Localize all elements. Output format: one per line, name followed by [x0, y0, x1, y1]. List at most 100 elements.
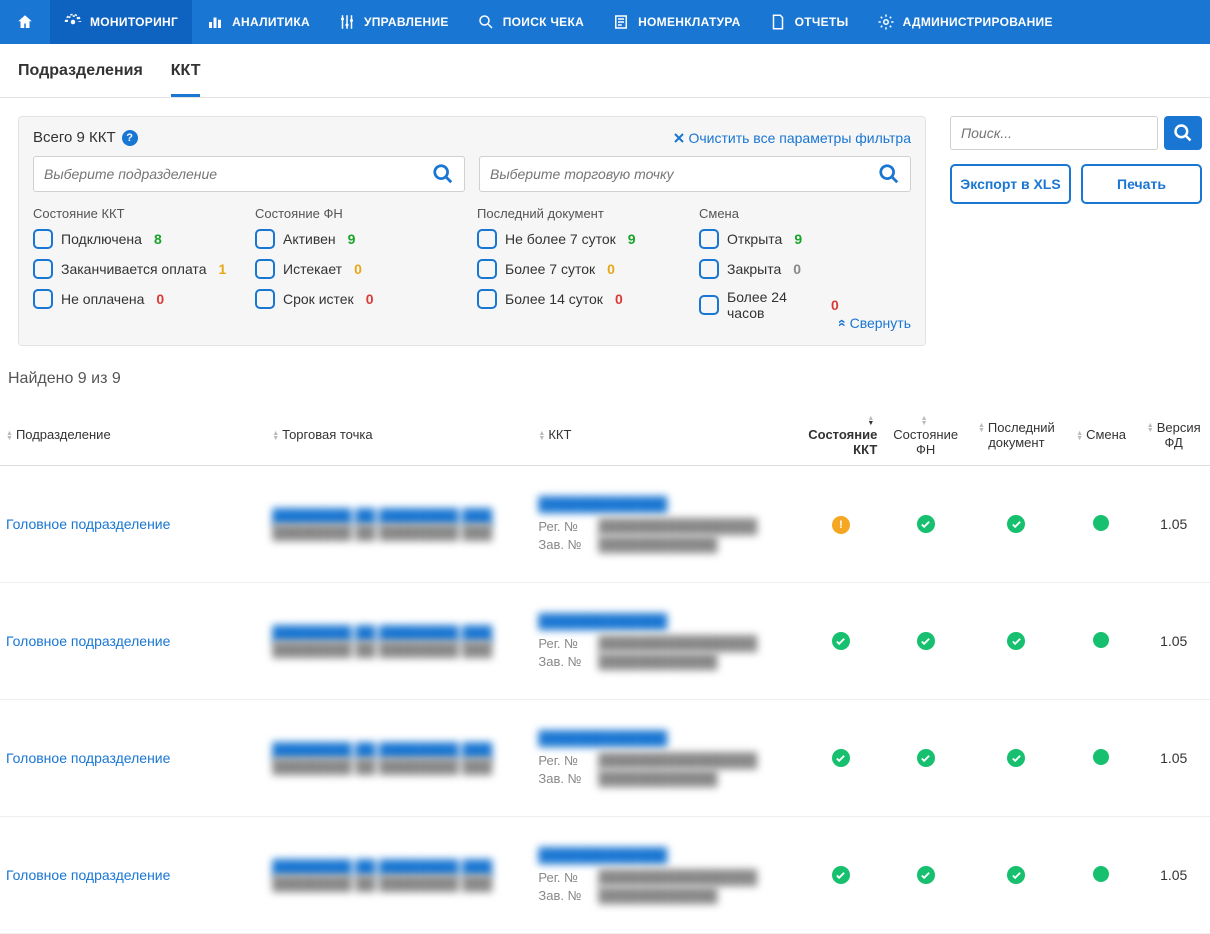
kkt-link[interactable]: █████████████ [538, 847, 792, 863]
filter-checkbox[interactable]: Более 24 часов0 [699, 289, 839, 321]
nav-admin[interactable]: АДМИНИСТРИРОВАНИЕ [863, 0, 1067, 44]
print-button[interactable]: Печать [1081, 164, 1202, 204]
col-kkt[interactable]: ККТ [532, 404, 798, 466]
status-ok-icon [1007, 632, 1025, 650]
status-ok-icon [917, 632, 935, 650]
checkbox-box[interactable] [477, 259, 497, 279]
nav-analytics[interactable]: АНАЛИТИКА [192, 0, 324, 44]
point-select[interactable] [479, 156, 911, 192]
filter-checkbox[interactable]: Истекает0 [255, 259, 467, 279]
reg-value: ████████████████ [598, 635, 757, 651]
point-sub: ████████ ██ ████████ ███ [272, 524, 526, 540]
department-select[interactable] [33, 156, 465, 192]
department-link[interactable]: Головное подразделение [6, 516, 170, 532]
filter-checkbox[interactable]: Закрыта0 [699, 259, 911, 279]
department-link[interactable]: Головное подразделение [6, 750, 170, 766]
checkbox-box[interactable] [699, 259, 719, 279]
department-link[interactable]: Головное подразделение [6, 633, 170, 649]
col-fd-version[interactable]: Версия ФД [1137, 404, 1210, 466]
point-select-input[interactable] [490, 166, 878, 182]
kkt-link[interactable]: █████████████ [538, 730, 792, 746]
col-shift[interactable]: Смена [1065, 404, 1138, 466]
filter-column-title: Последний документ [477, 206, 689, 221]
col-last-doc[interactable]: Последний документ [968, 404, 1065, 466]
status-ok-icon [832, 749, 850, 767]
status-ok-icon [1007, 749, 1025, 767]
filter-checkbox[interactable]: Срок истек0 [255, 289, 467, 309]
checkbox-box[interactable] [477, 289, 497, 309]
reg-label: Рег. № [538, 519, 590, 534]
checkbox-box[interactable] [477, 229, 497, 249]
checkbox-count: 0 [354, 261, 362, 277]
checkbox-box[interactable] [255, 289, 275, 309]
tab-departments[interactable]: Подразделения [18, 62, 143, 97]
checkbox-box[interactable] [33, 229, 53, 249]
col-fn-state[interactable]: Состояние ФН [883, 404, 968, 466]
checkbox-box[interactable] [255, 259, 275, 279]
filter-checkbox[interactable]: Более 14 суток0 [477, 289, 689, 309]
checkbox-box[interactable] [33, 289, 53, 309]
checkbox-label: Открыта [727, 231, 782, 247]
collapse-filters-link[interactable]: « Свернуть [839, 315, 911, 331]
point-sub: ████████ ██ ████████ ███ [272, 875, 526, 891]
search-icon [477, 13, 495, 31]
filter-checkbox[interactable]: Открыта9 [699, 229, 911, 249]
point-link[interactable]: ████████ ██ ████████ ███ [272, 859, 526, 875]
col-department[interactable]: Подразделение [0, 404, 266, 466]
export-xls-button[interactable]: Экспорт в XLS [950, 164, 1071, 204]
nav-nomenclature-label: НОМЕНКЛАТУРА [638, 15, 741, 29]
nav-admin-label: АДМИНИСТРИРОВАНИЕ [903, 15, 1053, 29]
zav-label: Зав. № [538, 771, 590, 786]
checkbox-label: Не оплачена [61, 291, 144, 307]
checkbox-box[interactable] [33, 259, 53, 279]
filter-column-title: Смена [699, 206, 911, 221]
checkbox-label: Активен [283, 231, 336, 247]
nav-nomenclature[interactable]: НОМЕНКЛАТУРА [598, 0, 755, 44]
kkt-link[interactable]: █████████████ [538, 496, 792, 512]
zav-value: ████████████ [598, 536, 717, 552]
table-row: Головное подразделение ████████ ██ ██████… [0, 466, 1210, 583]
status-ok-icon [917, 866, 935, 884]
checkbox-box[interactable] [699, 229, 719, 249]
filter-checkbox[interactable]: Не более 7 суток9 [477, 229, 689, 249]
nav-reports[interactable]: ОТЧЕТЫ [755, 0, 863, 44]
search-button[interactable] [1164, 116, 1202, 150]
checkbox-count: 0 [831, 297, 839, 313]
filter-total-label: Всего 9 ККТ [33, 129, 116, 146]
nav-home[interactable] [0, 0, 50, 44]
reg-label: Рег. № [538, 870, 590, 885]
results-table: Подразделение Торговая точка ККТ Состоян… [0, 404, 1210, 934]
nav-management[interactable]: УПРАВЛЕНИЕ [324, 0, 463, 44]
nav-search-check-label: ПОИСК ЧЕКА [503, 15, 584, 29]
department-select-input[interactable] [44, 166, 432, 182]
filter-checkbox[interactable]: Не оплачена0 [33, 289, 245, 309]
filter-checkbox[interactable]: Активен9 [255, 229, 467, 249]
tab-kkt[interactable]: ККТ [171, 62, 201, 97]
zav-label: Зав. № [538, 654, 590, 669]
zav-value: ████████████ [598, 653, 717, 669]
nav-search-check[interactable]: ПОИСК ЧЕКА [463, 0, 598, 44]
status-dot-icon [1093, 632, 1109, 648]
point-link[interactable]: ████████ ██ ████████ ███ [272, 742, 526, 758]
checkbox-box[interactable] [255, 229, 275, 249]
checkbox-box[interactable] [699, 295, 719, 315]
filter-column-title: Состояние ФН [255, 206, 467, 221]
checkbox-label: Подключена [61, 231, 142, 247]
col-kkt-state[interactable]: Состояние ККТ [799, 404, 884, 466]
filter-checkbox[interactable]: Подключена8 [33, 229, 245, 249]
point-link[interactable]: ████████ ██ ████████ ███ [272, 508, 526, 524]
fd-version: 1.05 [1137, 583, 1210, 700]
search-input[interactable] [950, 116, 1158, 150]
filter-checkbox[interactable]: Более 7 суток0 [477, 259, 689, 279]
help-icon[interactable]: ? [122, 130, 138, 146]
clear-filters-link[interactable]: Очистить все параметры фильтра [674, 130, 911, 146]
filter-checkbox[interactable]: Заканчивается оплата1 [33, 259, 245, 279]
kkt-link[interactable]: █████████████ [538, 613, 792, 629]
nav-monitoring[interactable]: МОНИТОРИНГ [50, 0, 192, 44]
checkbox-count: 9 [628, 231, 636, 247]
col-point[interactable]: Торговая точка [266, 404, 532, 466]
point-link[interactable]: ████████ ██ ████████ ███ [272, 625, 526, 641]
zav-value: ████████████ [598, 887, 717, 903]
department-link[interactable]: Головное подразделение [6, 867, 170, 883]
monitoring-icon [64, 13, 82, 31]
